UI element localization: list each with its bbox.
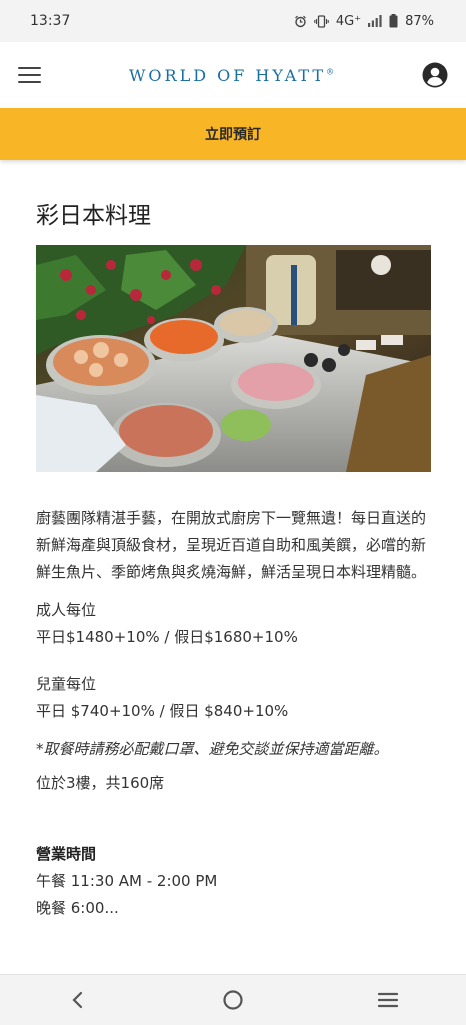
child-price-block: 兒童每位 平日 $740+10% / 假日 $840+10% (36, 671, 432, 725)
home-icon[interactable] (218, 985, 248, 1015)
adult-price: 平日$1480+10% / 假日$1680+10% (36, 628, 298, 646)
alarm-icon (294, 15, 306, 27)
brand-name: WORLD OF HYATT (128, 65, 327, 85)
battery-icon (389, 14, 398, 28)
book-now-button[interactable]: 立即預訂 (0, 108, 466, 160)
restaurant-description: 廚藝團隊精湛手藝，在開放式廚房下一覽無遺！每日直送的新鮮海產與頂級食材，呈現近百… (36, 509, 427, 581)
account-icon[interactable] (422, 62, 448, 88)
adult-label: 成人每位 (36, 601, 97, 619)
back-icon[interactable] (63, 985, 93, 1015)
brand-logo[interactable]: WORLD OF HYATT® (129, 66, 334, 85)
adult-price-block: 成人每位 平日$1480+10% / 假日$1680+10% (36, 597, 432, 651)
status-time: 13:37 (30, 13, 71, 29)
hamburger-menu-icon[interactable] (18, 67, 41, 83)
app-header: WORLD OF HYATT® (0, 42, 466, 108)
battery-level: 87% (405, 13, 434, 29)
child-label: 兒童每位 (36, 675, 97, 693)
restaurant-content: 彩日本料理 廚藝團隊精湛手藝，在開放式廚房下一覽無遺！每日直送的新鮮海產與頂級食… (36, 160, 432, 922)
dinner-hours: 晚餐 6:00... (36, 899, 119, 917)
vibrate-icon (314, 14, 329, 28)
buffet-photo (36, 245, 431, 472)
status-bar: 13:37 4G⁺ 87% (0, 0, 466, 42)
child-price: 平日 $740+10% / 假日 $840+10% (36, 702, 289, 720)
signal-icon (368, 15, 382, 27)
system-nav-bar (0, 974, 466, 1025)
book-now-label: 立即預訂 (205, 127, 261, 143)
safety-note: *取餐時請務必配戴口罩、避免交談並保持適當距離。 (36, 740, 389, 758)
lunch-hours: 午餐 11:30 AM - 2:00 PM (36, 872, 218, 890)
brand-mark: ® (326, 67, 335, 77)
network-type: 4G⁺ (335, 13, 362, 29)
status-icons: 4G⁺ 87% (294, 14, 434, 29)
recents-icon[interactable] (373, 985, 403, 1015)
restaurant-title: 彩日本料理 (36, 203, 151, 229)
location-info: 位於3樓，共160席 (36, 774, 165, 792)
hours-heading: 營業時間 (36, 845, 97, 863)
